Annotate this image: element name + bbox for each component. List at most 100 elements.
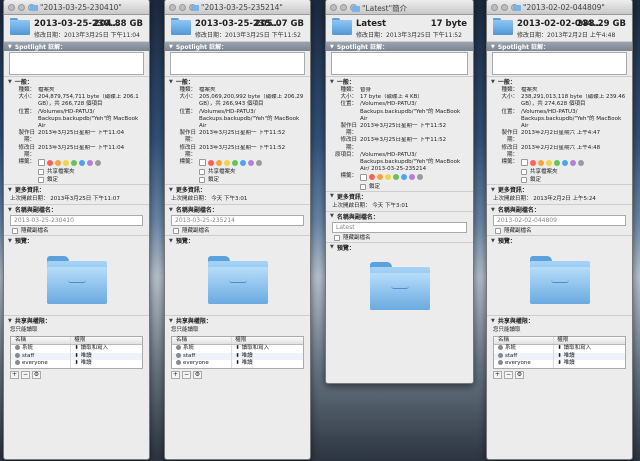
locked-checkbox[interactable]: 鎖定 [4, 176, 149, 184]
minimize-button[interactable] [18, 4, 25, 11]
tag-color-dot[interactable] [256, 159, 262, 166]
minimize-button[interactable] [179, 4, 186, 11]
disclosure-triangle-icon[interactable]: ▼ [8, 44, 12, 50]
tag-none[interactable] [360, 173, 367, 181]
permission-row[interactable]: everyone ⬍ 唯讀 [172, 360, 303, 368]
tag-color-dot[interactable] [71, 159, 77, 166]
stepper-icon[interactable]: ⬍ [235, 345, 240, 351]
privilege-value[interactable]: 唯讀 [564, 360, 575, 366]
tag-color-dot[interactable] [562, 159, 568, 166]
title-bar[interactable]: "2013-03-25-235214" [165, 0, 310, 15]
tag-color-dot[interactable] [224, 159, 230, 166]
action-gear-icon[interactable]: ⚙ [515, 370, 524, 379]
more-info-section-header[interactable]: ▼ 更多資訊： [326, 192, 473, 201]
tag-color-dot[interactable] [570, 159, 576, 166]
disclosure-triangle-icon[interactable]: ▼ [169, 44, 173, 50]
shared-folder-checkbox[interactable]: 共享檔案夾 [4, 168, 149, 176]
disclosure-triangle-icon[interactable]: ▼ [169, 187, 173, 193]
preview-section-header[interactable]: ▼ 預覽： [165, 236, 310, 246]
privilege-value[interactable]: 唯讀 [81, 353, 92, 359]
more-info-section-header[interactable]: ▼ 更多資訊： [487, 185, 632, 195]
add-button[interactable]: + [171, 370, 180, 379]
tag-color-dot[interactable] [538, 159, 544, 166]
title-bar[interactable]: "2013-03-25-230410" [4, 0, 149, 15]
tag-color-dot[interactable] [377, 174, 383, 181]
stepper-icon[interactable]: ⬍ [557, 360, 562, 366]
column-header-privilege[interactable]: 權限 [71, 337, 142, 344]
disclosure-triangle-icon[interactable]: ▼ [8, 238, 12, 244]
column-header-privilege[interactable]: 權限 [554, 337, 625, 344]
disclosure-triangle-icon[interactable]: ▼ [491, 238, 495, 244]
tag-color-dot[interactable] [79, 159, 85, 166]
tag-color-picker[interactable] [38, 159, 101, 167]
stepper-icon[interactable]: ⬍ [74, 353, 79, 359]
name-ext-section-header[interactable]: ▼ 名稱與副檔名： [326, 212, 473, 221]
tag-color-dot[interactable] [530, 159, 536, 166]
remove-button[interactable]: − [21, 370, 30, 379]
name-input[interactable]: 2013-03-25-235214 [171, 215, 304, 227]
title-bar[interactable]: "Latest"簡介 [326, 0, 473, 15]
tag-color-dot[interactable] [248, 159, 254, 166]
add-button[interactable]: + [493, 370, 502, 379]
permission-row[interactable]: 系統 ⬍ 讀取和寫入 [172, 345, 303, 353]
column-header-name[interactable]: 名稱 [11, 337, 72, 345]
disclosure-triangle-icon[interactable]: ▼ [330, 244, 334, 250]
spotlight-comments-field[interactable] [170, 52, 305, 75]
name-input[interactable]: Latest [332, 221, 467, 233]
tag-color-dot[interactable] [216, 159, 222, 166]
spotlight-comments-field[interactable] [9, 52, 144, 75]
preview-section-header[interactable]: ▼ 預覽： [326, 243, 473, 252]
more-info-section-header[interactable]: ▼ 更多資訊： [165, 185, 310, 195]
tag-color-dot[interactable] [87, 159, 93, 166]
preview-section-header[interactable]: ▼ 預覽： [487, 236, 632, 246]
disclosure-triangle-icon[interactable]: ▼ [8, 187, 12, 193]
spotlight-section-header[interactable]: ▼ Spotlight 註解： [487, 42, 632, 51]
tag-none[interactable] [521, 159, 528, 167]
disclosure-triangle-icon[interactable]: ▼ [491, 187, 495, 193]
disclosure-triangle-icon[interactable]: ▼ [8, 207, 12, 213]
general-section-header[interactable]: ▼ 一般： [487, 77, 632, 87]
locked-checkbox[interactable]: 鎖定 [165, 176, 310, 184]
stepper-icon[interactable]: ⬍ [235, 353, 240, 359]
tag-color-dot[interactable] [578, 159, 584, 166]
tag-color-picker[interactable] [360, 173, 423, 181]
add-button[interactable]: + [10, 370, 19, 379]
privilege-value[interactable]: 唯讀 [564, 353, 575, 359]
tag-color-dot[interactable] [47, 159, 53, 166]
locked-checkbox[interactable]: 鎖定 [326, 183, 473, 191]
tag-color-dot[interactable] [369, 174, 375, 181]
column-header-name[interactable]: 名稱 [494, 337, 555, 345]
column-header-privilege[interactable]: 權限 [232, 337, 303, 344]
tag-color-dot[interactable] [393, 174, 399, 181]
disclosure-triangle-icon[interactable]: ▼ [491, 207, 495, 213]
minimize-button[interactable] [340, 4, 347, 11]
stepper-icon[interactable]: ⬍ [235, 360, 240, 366]
disclosure-triangle-icon[interactable]: ▼ [330, 44, 334, 50]
privilege-value[interactable]: 唯讀 [242, 360, 253, 366]
action-gear-icon[interactable]: ⚙ [193, 370, 202, 379]
name-input[interactable]: 2013-02-02-044809 [493, 215, 626, 227]
name-ext-section-header[interactable]: ▼ 名稱與副檔名： [487, 205, 632, 215]
preview-section-header[interactable]: ▼ 預覽： [4, 236, 149, 246]
disclosure-triangle-icon[interactable]: ▼ [8, 79, 12, 85]
hide-extension-checkbox[interactable]: 隱藏副檔名 [165, 227, 310, 235]
disclosure-triangle-icon[interactable]: ▼ [8, 318, 12, 324]
general-section-header[interactable]: ▼ 一般： [4, 77, 149, 87]
hide-extension-checkbox[interactable]: 隱藏副檔名 [487, 227, 632, 235]
spotlight-comments-field[interactable] [331, 52, 468, 75]
disclosure-triangle-icon[interactable]: ▼ [330, 213, 334, 219]
tag-color-dot[interactable] [208, 159, 214, 166]
tag-color-dot[interactable] [63, 159, 69, 166]
spotlight-section-header[interactable]: ▼ Spotlight 註解： [4, 42, 149, 51]
privilege-value[interactable]: 讀取和寫入 [564, 345, 592, 351]
privilege-value[interactable]: 讀取和寫入 [242, 345, 270, 351]
spotlight-section-header[interactable]: ▼ Spotlight 註解： [326, 42, 473, 51]
sharing-section-header[interactable]: ▼ 共享與權限： [4, 316, 149, 326]
tag-color-dot[interactable] [401, 174, 407, 181]
action-gear-icon[interactable]: ⚙ [32, 370, 41, 379]
tag-color-dot[interactable] [55, 159, 61, 166]
permission-row[interactable]: everyone ⬍ 唯讀 [494, 360, 625, 368]
general-section-header[interactable]: ▼ 一般： [326, 77, 473, 87]
name-input[interactable]: 2013-03-25-230410 [10, 215, 143, 227]
stepper-icon[interactable]: ⬍ [74, 360, 79, 366]
